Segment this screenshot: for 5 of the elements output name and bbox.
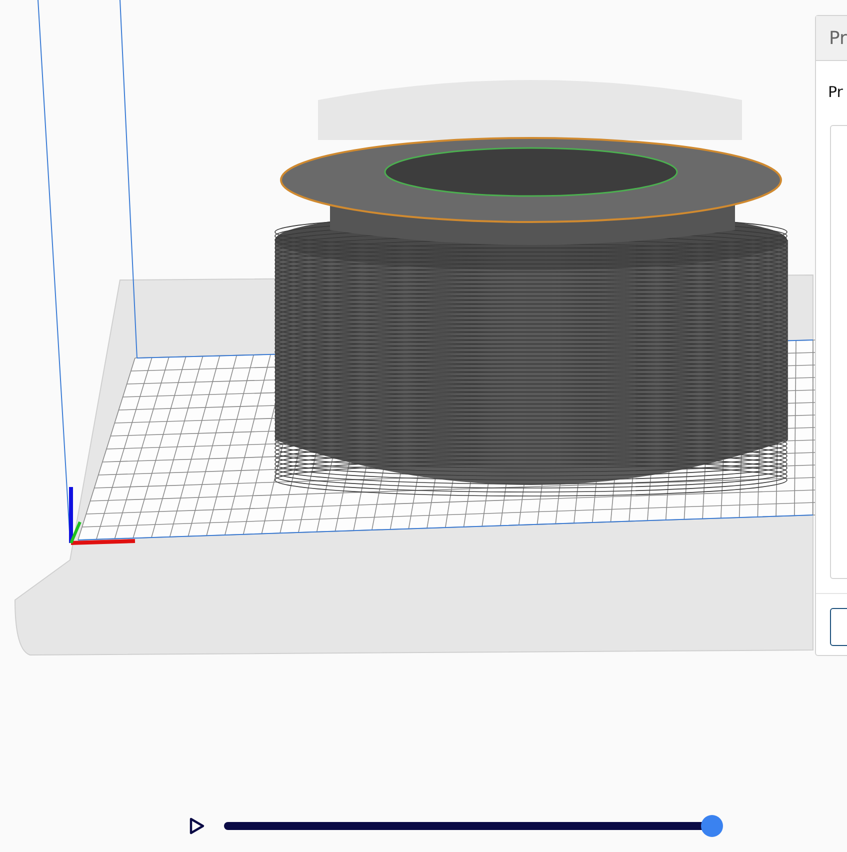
layer-slider-track[interactable] [224, 815, 723, 837]
panel-title: Pr [827, 82, 844, 103]
play-icon [189, 817, 205, 835]
slider-handle[interactable] [701, 815, 723, 837]
panel-tab[interactable]: Pr [816, 16, 847, 61]
